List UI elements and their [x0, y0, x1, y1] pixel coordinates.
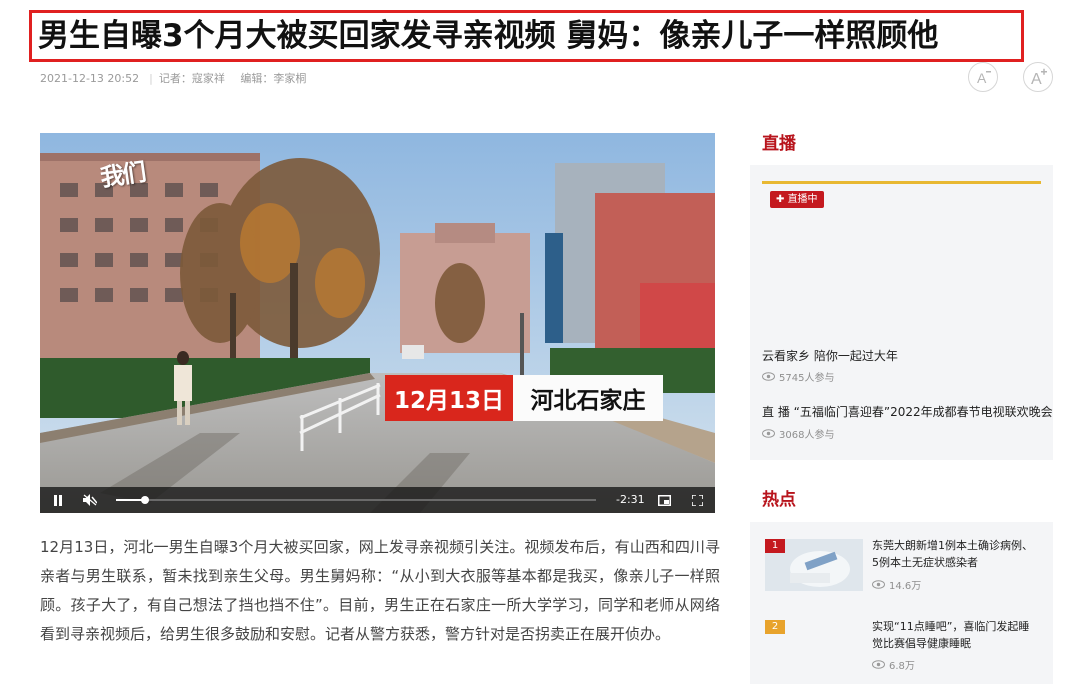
meta-separator: |	[149, 72, 153, 85]
font-decrease-icon: A	[977, 70, 991, 86]
article-body: 12月13日，河北一男生自曝3个月大被买回家，网上发寻亲视频引关注。视频发布后，…	[40, 538, 720, 643]
live-accent-bar	[762, 181, 1041, 184]
mute-icon	[83, 494, 97, 506]
live-cross-icon: ✚	[776, 194, 788, 205]
font-decrease-button[interactable]: A	[968, 62, 998, 92]
video-progress-bar[interactable]	[116, 496, 596, 504]
hot-item-title[interactable]: 实现“11点睡吧”，喜临门发起睡觉比赛倡导健康睡眠	[872, 618, 1037, 652]
video-controls: -2:31	[40, 487, 715, 513]
hot-item-views-count: 6.8万	[889, 661, 915, 672]
svg-text:A: A	[977, 70, 987, 86]
video-time-remaining: -2:31	[616, 493, 645, 506]
video-caption-place: 河北石家庄	[513, 375, 663, 421]
hot-item-title[interactable]: 东莞大朗新增1例本土确诊病例、5例本土无症状感染者	[872, 537, 1037, 571]
reporter-name: 记者：寇家祥	[158, 72, 225, 85]
hot-item-thumbnail[interactable]: 2	[765, 620, 863, 672]
font-increase-button[interactable]: A	[1023, 62, 1053, 92]
hot-item-views-count: 14.6万	[889, 581, 922, 592]
pause-button[interactable]	[46, 487, 70, 513]
live-badge-label: 直播中	[787, 194, 818, 205]
hot-panel: 1 东莞大朗新增1例本土确诊病例、5例本土无症状感染者 14.6万 2 实现“1…	[750, 522, 1053, 684]
live-section-title: 直播	[762, 134, 796, 154]
article-meta: 2021-12-13 20:52 | 记者：寇家祥 编辑：李家桐	[40, 70, 310, 86]
video-progress-knob[interactable]	[140, 496, 149, 504]
article-headline: 男生自曝3个月大被买回家发寻亲视频 舅妈：像亲儿子一样照顾他	[38, 18, 939, 54]
live-item-title[interactable]: 直 播 “五福临门喜迎春”2022年成都春节电视联欢晚会	[762, 403, 1053, 420]
live-item-title[interactable]: 云看家乡 陪你一起过大年	[762, 347, 898, 364]
channel-logo: 我们	[98, 157, 147, 192]
hot-section-title: 热点	[762, 490, 796, 510]
live-item-views: 3068人参与	[762, 426, 834, 441]
pip-button[interactable]	[654, 487, 674, 513]
live-panel: ✚ 直播中 云看家乡 陪你一起过大年 5745人参与 直 播 “五福临门喜迎春”…	[750, 165, 1053, 460]
hot-rank-badge: 2	[765, 620, 785, 634]
video-caption-date: 12月13日	[385, 375, 513, 421]
video-frame	[40, 133, 715, 513]
mute-button[interactable]	[78, 487, 102, 513]
live-badge[interactable]: ✚ 直播中	[770, 191, 824, 208]
pause-icon	[54, 494, 62, 506]
hot-item-thumbnail[interactable]: 1	[765, 539, 863, 591]
fullscreen-icon	[691, 494, 703, 506]
hot-item-views: 14.6万	[872, 577, 921, 592]
svg-text:A: A	[1031, 71, 1042, 87]
publish-datetime: 2021-12-13 20:52	[40, 72, 140, 85]
video-player[interactable]: 我们 12月13日 河北石家庄 -2:31	[40, 133, 715, 513]
live-item-views: 5745人参与	[762, 369, 834, 384]
font-increase-icon: A	[1031, 68, 1047, 87]
eye-icon	[762, 372, 775, 381]
hot-item-views: 6.8万	[872, 657, 915, 672]
live-item-views-count: 3068人参与	[779, 430, 835, 441]
eye-icon	[872, 580, 885, 589]
eye-icon	[762, 429, 775, 438]
fullscreen-button[interactable]	[687, 487, 707, 513]
eye-icon	[872, 660, 885, 669]
live-item-views-count: 5745人参与	[779, 373, 835, 384]
picture-in-picture-icon	[657, 494, 671, 506]
editor-name: 编辑：李家桐	[240, 72, 307, 85]
hot-rank-badge: 1	[765, 539, 785, 553]
